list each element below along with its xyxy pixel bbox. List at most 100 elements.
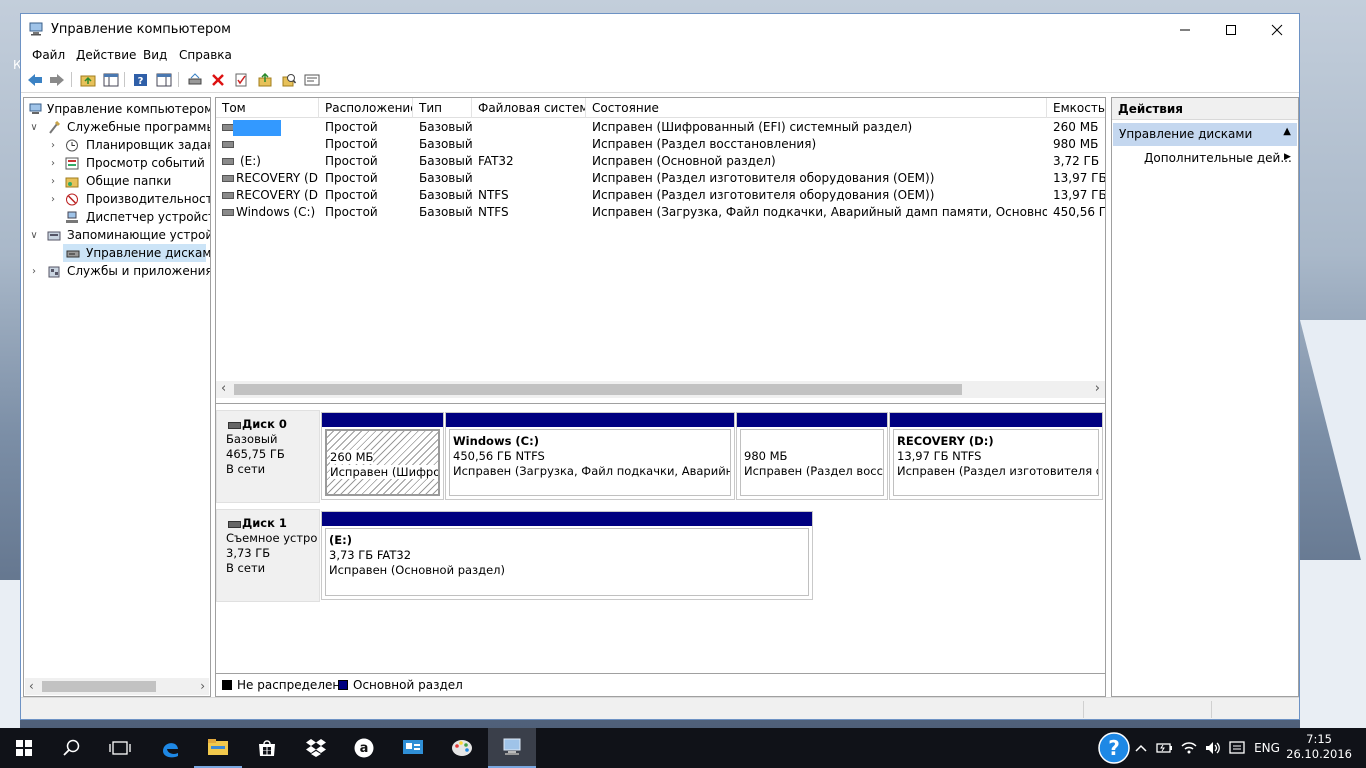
table-row[interactable]: Windows (C:) Простой Базовый NTFS Исправ… bbox=[216, 204, 1105, 221]
tree-item-device-manager[interactable]: Диспетчер устройств bbox=[24, 208, 210, 226]
tree-item-event-viewer[interactable]: › Просмотр событий bbox=[24, 154, 210, 172]
computer-management-window[interactable]: Управление компьютером Файл Действие Вид… bbox=[20, 13, 1300, 720]
scroll-left-icon[interactable]: ‹ bbox=[221, 381, 226, 396]
title-bar[interactable]: Управление компьютером bbox=[21, 14, 1299, 45]
status-divider bbox=[1083, 701, 1084, 718]
partition-recovery[interactable]: 980 МБ Исправен (Раздел восста bbox=[736, 412, 888, 500]
back-arrow-icon[interactable] bbox=[26, 71, 43, 88]
tree-item-task-scheduler[interactable]: › Планировщик заданий bbox=[24, 136, 210, 154]
actions-header: Действия bbox=[1112, 98, 1298, 120]
control-panel-icon[interactable] bbox=[389, 728, 437, 768]
scrollbar-thumb[interactable] bbox=[42, 681, 156, 692]
scroll-right-icon[interactable]: › bbox=[200, 679, 205, 693]
actions-section-disk-management[interactable]: Управление дисками ▲ bbox=[1113, 123, 1297, 146]
disk-1-info[interactable]: Диск 1 Съемное устро 3,73 ГБ В сети bbox=[216, 509, 320, 602]
amazon-icon[interactable]: a bbox=[340, 728, 388, 768]
table-row[interactable]: Простой Базовый Исправен (Шифрованный (E… bbox=[216, 119, 1105, 136]
edge-icon[interactable] bbox=[146, 728, 194, 768]
scroll-left-icon[interactable]: ‹ bbox=[29, 679, 34, 693]
column-header-volume[interactable]: Том bbox=[216, 98, 319, 118]
help-icon[interactable]: ? bbox=[132, 71, 149, 88]
menu-view[interactable]: Вид bbox=[143, 48, 167, 62]
partition-efi[interactable]: 260 МБ Исправен (Шифров bbox=[321, 412, 444, 500]
disk-0-info[interactable]: Диск 0 Базовый 465,75 ГБ В сети bbox=[216, 410, 320, 503]
column-header-type[interactable]: Тип bbox=[413, 98, 472, 118]
up-folder-icon[interactable] bbox=[79, 71, 96, 88]
chevron-right-icon[interactable]: › bbox=[29, 266, 39, 277]
partition-e[interactable]: (E:) 3,73 ГБ FAT32 Исправен (Основной ра… bbox=[321, 511, 813, 600]
power-icon[interactable] bbox=[1154, 728, 1176, 768]
tree-item-root[interactable]: Управление компьютером (л bbox=[24, 100, 210, 118]
paint-icon[interactable] bbox=[438, 728, 486, 768]
volume-icon[interactable] bbox=[1202, 728, 1224, 768]
menu-action[interactable]: Действие bbox=[76, 48, 136, 62]
clock[interactable]: 7:15 26.10.2016 bbox=[1286, 732, 1352, 762]
dropbox-icon[interactable] bbox=[292, 728, 340, 768]
menu-help[interactable]: Справка bbox=[179, 48, 232, 62]
tree-item-storage[interactable]: ∨ Запоминающие устройст bbox=[24, 226, 210, 244]
maximize-button[interactable] bbox=[1208, 14, 1254, 45]
storage-icon bbox=[46, 228, 61, 242]
chevron-down-icon[interactable]: ∨ bbox=[29, 122, 39, 133]
column-header-layout[interactable]: Расположение bbox=[319, 98, 413, 118]
start-icon[interactable] bbox=[0, 728, 48, 768]
tree-item-services-apps[interactable]: › Службы и приложения bbox=[24, 262, 210, 280]
view-icon[interactable] bbox=[155, 71, 172, 88]
tree-item-shared-folders[interactable]: › Общие папки bbox=[24, 172, 210, 190]
help-icon[interactable]: ? bbox=[1097, 728, 1131, 768]
table-row[interactable]: RECOVERY (D:) Простой Базовый NTFS Испра… bbox=[216, 187, 1105, 204]
forward-arrow-icon[interactable] bbox=[48, 71, 65, 88]
wifi-icon[interactable] bbox=[1178, 728, 1200, 768]
minimize-button[interactable] bbox=[1162, 14, 1208, 45]
chevron-right-icon[interactable]: › bbox=[48, 194, 58, 205]
tree-item-performance[interactable]: › Производительность bbox=[24, 190, 210, 208]
column-header-capacity[interactable]: Емкость bbox=[1047, 98, 1105, 118]
computer-management-icon[interactable] bbox=[488, 728, 536, 768]
chevron-right-icon[interactable]: › bbox=[48, 176, 58, 187]
table-row[interactable]: RECOVERY (D:) Простой Базовый Исправен (… bbox=[216, 170, 1105, 187]
collapse-up-icon[interactable]: ▲ bbox=[1283, 126, 1291, 137]
table-row[interactable]: Простой Базовый Исправен (Раздел восстан… bbox=[216, 136, 1105, 153]
notifications-icon[interactable] bbox=[1226, 728, 1248, 768]
arrow-right-icon[interactable]: ▶ bbox=[1284, 152, 1291, 162]
chevron-down-icon[interactable]: ∨ bbox=[29, 230, 39, 241]
chevron-right-icon[interactable]: › bbox=[48, 140, 58, 151]
console-tree[interactable]: Управление компьютером (л ∨ Служебные пр… bbox=[23, 97, 211, 697]
disk-management-pane[interactable]: Том Расположение Тип Файловая система Со… bbox=[215, 97, 1106, 697]
chevron-up-icon[interactable] bbox=[1131, 728, 1151, 768]
close-button[interactable] bbox=[1254, 14, 1299, 45]
column-header-status[interactable]: Состояние bbox=[586, 98, 1047, 118]
cell-volume: RECOVERY (D:) bbox=[216, 170, 319, 187]
volume-list-horizontal-scrollbar[interactable]: ‹ › bbox=[216, 381, 1105, 398]
language-indicator[interactable]: ENG bbox=[1251, 728, 1283, 768]
more-actions-item[interactable]: Дополнительные дей... bbox=[1144, 151, 1292, 165]
properties-icon[interactable] bbox=[232, 71, 249, 88]
column-header-filesystem[interactable]: Файловая система bbox=[472, 98, 586, 118]
task-view-icon[interactable] bbox=[96, 728, 144, 768]
cell-capacity: 260 МБ bbox=[1053, 120, 1099, 134]
search-icon[interactable] bbox=[48, 728, 96, 768]
tree-item-system-tools[interactable]: ∨ Служебные программы bbox=[24, 118, 210, 136]
store-icon[interactable] bbox=[243, 728, 291, 768]
delete-icon[interactable] bbox=[209, 71, 226, 88]
connect-drive-icon[interactable] bbox=[186, 71, 203, 88]
disk-management-icon bbox=[65, 246, 80, 260]
file-explorer-icon[interactable] bbox=[194, 728, 242, 768]
partition-recovery-d[interactable]: RECOVERY (D:) 13,97 ГБ NTFS Исправен (Ра… bbox=[889, 412, 1103, 500]
partition-windows-c[interactable]: Windows (C:) 450,56 ГБ NTFS Исправен (За… bbox=[445, 412, 735, 500]
tree-horizontal-scrollbar[interactable]: ‹ › bbox=[25, 678, 209, 695]
partition-status: Исправен (Основной раздел) bbox=[329, 563, 506, 577]
tree-item-disk-management[interactable]: Управление дисками bbox=[63, 244, 210, 262]
search-icon[interactable] bbox=[280, 71, 297, 88]
legend-label-primary: Основной раздел bbox=[353, 678, 463, 692]
menu-file[interactable]: Файл bbox=[32, 48, 65, 62]
disk-icon[interactable] bbox=[303, 71, 320, 88]
snow bbox=[1300, 560, 1366, 728]
scrollbar-thumb[interactable] bbox=[234, 384, 962, 395]
table-row[interactable]: (E:) Простой Базовый FAT32 Исправен (Осн… bbox=[216, 153, 1105, 170]
chevron-right-icon[interactable]: › bbox=[48, 158, 58, 169]
show-hide-tree-icon[interactable] bbox=[102, 71, 119, 88]
disk-graphical-view[interactable]: Диск 0 Базовый 465,75 ГБ В сети 260 МБ И… bbox=[216, 403, 1105, 673]
scroll-right-icon[interactable]: › bbox=[1095, 381, 1100, 396]
export-icon[interactable] bbox=[256, 71, 273, 88]
